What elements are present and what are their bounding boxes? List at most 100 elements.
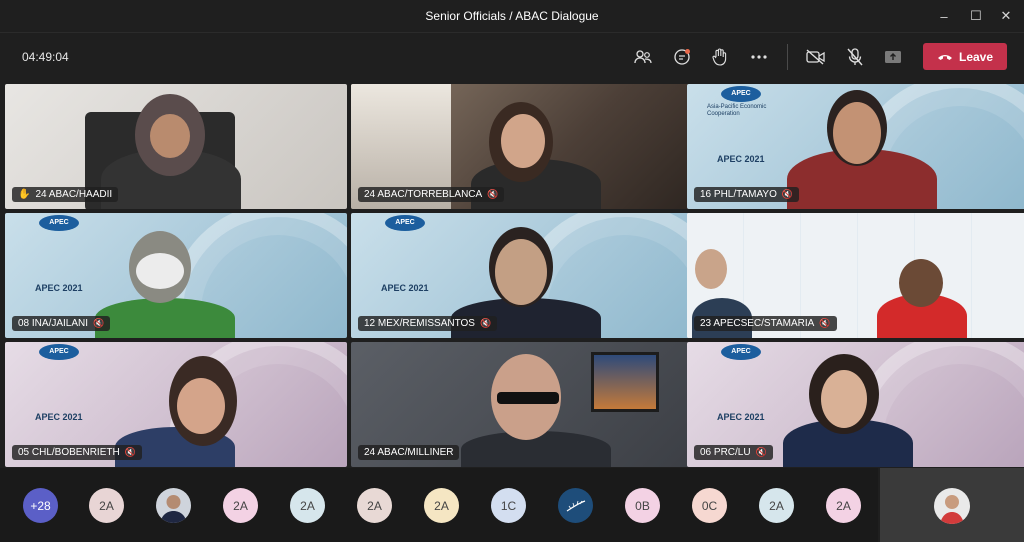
video-tile[interactable]: 24 ABAC/TORREBLANCA 🔇 xyxy=(351,84,693,209)
participant-name: 05 CHL/BOBENRIETH xyxy=(18,447,120,458)
apec-logo: APEC xyxy=(721,86,761,102)
eyeglasses-shape xyxy=(497,392,559,404)
participant-name-label: 06 PRC/LU 🔇 xyxy=(694,445,773,460)
minimize-icon[interactable]: – xyxy=(930,4,958,28)
apec-subtitle: Asia-Pacific Economic Cooperation xyxy=(707,104,767,117)
fern-logo-icon xyxy=(566,499,585,511)
avatar-label: 1C xyxy=(500,498,517,513)
video-tile[interactable]: ✋ 24 ABAC/HAADII xyxy=(5,84,347,209)
raise-hand-icon[interactable] xyxy=(705,44,735,70)
more-participants-avatar[interactable]: +28 xyxy=(23,488,58,523)
video-tile[interactable]: 23 APECSEC/STAMARIA 🔇 xyxy=(687,213,1024,338)
apec-year-label: APEC 2021 xyxy=(35,283,83,293)
video-tile[interactable]: APEC APEC 2021 12 MEX/REMISSANTOS 🔇 xyxy=(351,213,693,338)
share-screen-icon[interactable] xyxy=(878,44,908,70)
participant-name: 16 PHL/TAMAYO xyxy=(700,189,777,200)
participant-name-label: 24 ABAC/MILLINER xyxy=(358,445,460,460)
mic-off-icon: 🔇 xyxy=(755,447,767,457)
close-icon[interactable]: ✕ xyxy=(992,4,1020,28)
participant-avatar[interactable]: 0C xyxy=(692,488,727,523)
participant-face xyxy=(821,370,867,428)
participants-strip: +28 2A 2A 2A 2A 2A 1C 0B 0C 2A 2A xyxy=(0,468,878,542)
self-avatar xyxy=(934,488,970,524)
apec-logo: APEC xyxy=(39,215,79,231)
camera-off-icon[interactable] xyxy=(801,44,831,70)
participant-name: 08 INA/JAILANI xyxy=(18,318,89,329)
mic-off-icon: 🔇 xyxy=(487,189,499,199)
meeting-timer: 04:49:04 xyxy=(22,50,69,64)
participant-figure xyxy=(95,298,235,338)
maximize-icon[interactable]: ☐ xyxy=(962,4,990,28)
participant-face xyxy=(177,378,225,434)
video-tile[interactable]: APEC APEC 2021 05 CHL/BOBENRIETH 🔇 xyxy=(5,342,347,467)
apec-logo: APEC xyxy=(385,215,425,231)
avatar-label: 0C xyxy=(701,498,718,513)
leave-label: Leave xyxy=(958,49,994,64)
participant-avatar[interactable]: 2A xyxy=(223,488,258,523)
participant-name: 24 ABAC/MILLINER xyxy=(364,447,454,458)
participant-avatar[interactable]: 2A xyxy=(424,488,459,523)
apec-logo: APEC xyxy=(721,344,761,360)
people-icon[interactable] xyxy=(628,44,658,70)
video-tile[interactable]: APEC Asia-Pacific Economic Cooperation A… xyxy=(687,84,1024,209)
participant-head xyxy=(695,249,727,289)
apec-year-label: APEC 2021 xyxy=(717,412,765,422)
leave-button[interactable]: Leave xyxy=(923,43,1007,70)
chat-icon[interactable] xyxy=(667,44,697,70)
video-tile[interactable]: 24 ABAC/MILLINER xyxy=(351,342,693,467)
participant-avatar[interactable]: 0B xyxy=(625,488,660,523)
avatar-label: 2A xyxy=(367,498,382,513)
participant-name-label: 08 INA/JAILANI 🔇 xyxy=(12,316,111,331)
avatar-label: 2A xyxy=(434,498,449,513)
participant-face xyxy=(150,114,190,158)
video-tile[interactable]: APEC APEC 2021 08 INA/JAILANI 🔇 xyxy=(5,213,347,338)
participant-avatar[interactable]: 2A xyxy=(290,488,325,523)
avatar-label: 2A xyxy=(99,498,114,513)
profile-photo-icon xyxy=(160,495,187,523)
mic-off-icon: 🔇 xyxy=(781,189,794,199)
avatar-label: 2A xyxy=(836,498,851,513)
mic-off-icon: 🔇 xyxy=(124,447,136,457)
apec-year-label: APEC 2021 xyxy=(717,154,765,164)
participant-name-label: 05 CHL/BOBENRIETH 🔇 xyxy=(12,445,142,460)
apec-logo-avatar[interactable] xyxy=(558,488,593,523)
mic-off-icon: 🔇 xyxy=(479,318,492,328)
toolbar-divider xyxy=(787,44,788,70)
participant-name-label: 12 MEX/REMISSANTOS 🔇 xyxy=(358,316,498,331)
window-title-bar: Senior Officials / ABAC Dialogue – ☐ ✕ xyxy=(0,0,1024,33)
participant-name-label: 16 PHL/TAMAYO 🔇 xyxy=(694,187,800,202)
participant-avatar[interactable]: 1C xyxy=(491,488,526,523)
more-options-icon[interactable] xyxy=(744,44,774,70)
participant-name: 23 APECSEC/STAMARIA xyxy=(700,318,815,329)
participant-face xyxy=(833,102,881,164)
participant-head xyxy=(899,259,943,307)
participant-avatar[interactable]: 2A xyxy=(89,488,124,523)
window-title: Senior Officials / ABAC Dialogue xyxy=(425,9,599,23)
face-mask-shape xyxy=(136,253,184,289)
phone-hangup-icon xyxy=(937,54,952,60)
participant-name: 06 PRC/LU xyxy=(700,447,751,458)
participant-avatar[interactable]: 2A xyxy=(826,488,861,523)
raised-hand-icon: ✋ xyxy=(18,189,31,200)
video-grid: ✋ 24 ABAC/HAADII 24 ABAC/TORREBLANCA 🔇 A… xyxy=(5,84,1024,467)
self-view[interactable] xyxy=(880,468,1024,542)
participant-name: 24 ABAC/HAADII xyxy=(35,189,113,200)
participant-face xyxy=(495,239,547,305)
avatar-label: 2A xyxy=(233,498,248,513)
video-tile[interactable]: APEC APEC 2021 06 PRC/LU 🔇 xyxy=(687,342,1024,467)
participant-avatar[interactable]: 2A xyxy=(759,488,794,523)
wall-painting xyxy=(591,352,659,412)
avatar-label: +28 xyxy=(30,498,51,513)
avatar-label: 2A xyxy=(300,498,315,513)
apec-year-label: APEC 2021 xyxy=(35,412,83,422)
participant-avatar[interactable]: 2A xyxy=(357,488,392,523)
mic-off-icon[interactable] xyxy=(840,44,870,70)
participant-name-label: 23 APECSEC/STAMARIA 🔇 xyxy=(694,316,837,331)
participant-name: 12 MEX/REMISSANTOS xyxy=(364,318,475,329)
participant-avatar-photo[interactable] xyxy=(156,488,191,523)
participant-name-label: ✋ 24 ABAC/HAADII xyxy=(12,187,119,202)
meeting-toolbar: 04:49:04 Leave xyxy=(0,33,1024,80)
apec-logo: APEC xyxy=(39,344,79,360)
participant-name-label: 24 ABAC/TORREBLANCA 🔇 xyxy=(358,187,505,202)
apec-year-label: APEC 2021 xyxy=(381,283,429,293)
